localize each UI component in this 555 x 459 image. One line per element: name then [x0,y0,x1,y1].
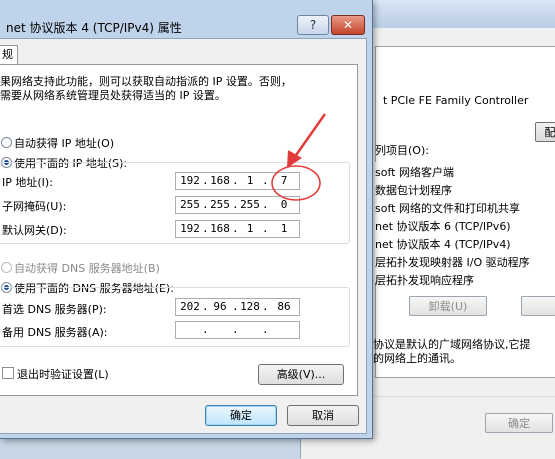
list-item[interactable]: soft 网络的文件和打印机共享 [375,200,520,216]
pdns-octet-2: 96 [213,300,227,313]
list-item[interactable]: net 协议版本 6 (TCP/IPv6) [375,218,511,234]
octet-separator: . [262,323,269,336]
gateway-octet-4: 1 [280,222,288,235]
ipv4-properties-dialog: net 协议版本 4 (TCP/IPv4) 属性 ? ✕ 规 果网络支持此功能，… [0,0,373,439]
general-tab-page: 果网络支持此功能，则可以获取自动指派的 IP 设置。否则， 需要从网络系统管理员… [0,64,358,396]
dialog-body: 规 果网络支持此功能，则可以获取自动指派的 IP 设置。否则， 需要从网络系统管… [0,38,367,434]
gateway-octet-2: 168 [210,222,230,235]
configure-button[interactable]: 配 [535,122,555,142]
advanced-button[interactable]: 高级(V)... [258,364,344,385]
preferred-dns-label: 首选 DNS 服务器(P): [2,303,107,316]
octet-separator: . [232,323,239,336]
description-line1: 果网络支持此功能，则可以获取自动指派的 IP 设置。否则， [0,75,292,88]
subnet-octet-3: 255 [240,198,260,211]
properties-button-partial[interactable] [521,296,555,316]
alternate-dns-label: 备用 DNS 服务器(A): [2,326,108,339]
pdns-octet-3: 128 [240,300,260,313]
validate-settings-checkbox[interactable] [2,367,14,379]
ip-octet-1: 192 [180,174,200,187]
pdns-octet-1: 202 [180,300,200,313]
subnet-octet-1: 255 [180,198,200,211]
gateway-octet-1: 192 [180,222,200,235]
uninstall-button[interactable]: 卸载(U) [409,296,487,316]
alternate-dns-field[interactable]: . . . [175,321,300,339]
dialog-title: net 协议版本 4 (TCP/IPv4) 属性 [6,21,182,35]
list-item[interactable]: soft 网络客户端 [375,164,454,180]
list-item[interactable]: 层拓扑发现响应程序 [375,272,474,288]
subnet-octet-4: 0 [280,198,288,211]
list-item[interactable]: net 协议版本 4 (TCP/IPv4) [375,236,511,252]
gateway-octet-3: 1 [246,222,254,235]
ip-address-field[interactable]: 192 . 168 . 1 . 7 [175,172,300,190]
ip-octet-3: 1 [246,174,254,187]
octet-separator: . [262,174,269,187]
ip-auto-label[interactable]: 自动获得 IP 地址(O) [14,135,114,151]
octet-separator: . [202,323,209,336]
octet-separator: . [262,300,269,313]
subnet-octet-2: 255 [210,198,230,211]
default-gateway-label: 默认网关(D): [2,224,67,237]
close-button[interactable]: ✕ [331,15,365,35]
list-item[interactable]: 层拓扑发现映射器 I/O 驱动程序 [375,254,530,270]
ip-octet-4: 7 [280,174,288,187]
background-ok-button[interactable]: 确定 [485,413,553,433]
ip-address-label: IP 地址(I): [2,176,53,189]
pdns-octet-4: 86 [277,300,291,313]
dns-auto-label[interactable]: 自动获得 DNS 服务器地址(B) [14,260,160,276]
octet-separator: . [262,222,269,235]
subnet-mask-label: 子网掩码(U): [2,200,67,213]
ok-button[interactable]: 确定 [205,405,277,426]
list-item[interactable]: 数据包计划程序 [375,182,452,198]
ip-octet-2: 168 [210,174,230,187]
protocol-description-line2: 的网络上的通讯。 [373,352,461,365]
dns-auto-radio[interactable] [1,262,12,273]
items-label: 列项目(O): [375,144,429,157]
octet-separator: . [262,198,269,211]
subnet-mask-field[interactable]: 255 . 255 . 255 . 0 [175,196,300,214]
ip-auto-radio[interactable] [1,137,12,148]
description-line2: 需要从网络系统管理员处获得适当的 IP 设置。 [0,89,226,102]
preferred-dns-field[interactable]: 202 . 96 . 128 . 86 [175,298,300,316]
adapter-name: t PCIe FE Family Controller [383,94,529,107]
default-gateway-field[interactable]: 192 . 168 . 1 . 1 [175,220,300,238]
items-list[interactable]: soft 网络客户端 数据包计划程序 soft 网络的文件和打印机共享 net … [375,162,555,287]
help-button[interactable]: ? [297,15,329,35]
cancel-button[interactable]: 取消 [287,405,359,426]
tab-general[interactable]: 规 [0,45,18,65]
validate-settings-label[interactable]: 退出时验证设置(L) [17,366,109,382]
